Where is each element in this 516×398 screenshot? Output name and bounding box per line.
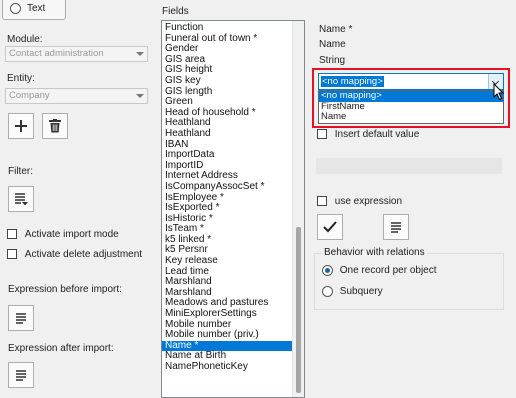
module-value: Contact administration bbox=[9, 48, 104, 59]
mapping-highlight: <no mapping> <no mapping> FirstName Name bbox=[312, 68, 510, 128]
confirm-button[interactable] bbox=[317, 214, 343, 240]
checkbox-icon bbox=[7, 229, 17, 240]
field-name: Name * bbox=[319, 24, 353, 35]
expression-before-import-button[interactable] bbox=[8, 305, 34, 331]
default-value-field bbox=[316, 158, 502, 174]
mapping-dropdown-list[interactable]: <no mapping> FirstName Name bbox=[318, 90, 504, 124]
fields-label: Fields bbox=[162, 6, 189, 17]
fields-list[interactable]: Function Funeral out of town * Gender GIS a… bbox=[161, 20, 305, 398]
scrollbar-thumb[interactable] bbox=[296, 227, 301, 393]
entity-label: Entity: bbox=[7, 73, 35, 84]
behavior-group bbox=[314, 253, 504, 310]
use-expression-checkbox[interactable]: use expression bbox=[317, 196, 402, 207]
field-type: String bbox=[319, 55, 346, 66]
insert-default-value-checkbox[interactable]: Insert default value bbox=[317, 129, 419, 140]
trash-icon bbox=[49, 119, 61, 133]
field-list-item[interactable]: GIS key bbox=[162, 75, 304, 87]
checkbox-icon bbox=[317, 196, 327, 207]
text-radio[interactable] bbox=[10, 3, 21, 14]
text-lines-icon bbox=[16, 313, 26, 324]
field-caption: Name bbox=[319, 39, 346, 50]
insert-default-value-label: Insert default value bbox=[334, 129, 420, 140]
checkbox-icon bbox=[7, 249, 17, 260]
field-list-item[interactable]: NamePhoneticKey bbox=[162, 361, 304, 373]
one-record-label: One record per object bbox=[339, 265, 437, 277]
field-list-item[interactable]: Function bbox=[162, 22, 304, 34]
filter-button[interactable] bbox=[8, 186, 34, 212]
text-radio-label: Text bbox=[27, 3, 46, 14]
use-expression-label: use expression bbox=[334, 196, 403, 207]
chevron-down-icon bbox=[136, 52, 144, 56]
mapping-value: <no mapping> bbox=[321, 76, 384, 87]
chevron-down-icon bbox=[136, 94, 144, 98]
subquery-radio[interactable]: Subquery bbox=[322, 286, 383, 297]
entity-value: Company bbox=[9, 90, 50, 101]
checkbox-icon bbox=[317, 129, 327, 140]
mapping-option[interactable]: Name bbox=[319, 112, 503, 123]
expression-after-import-button[interactable] bbox=[8, 362, 34, 388]
field-list-item[interactable]: Heathland bbox=[162, 128, 304, 140]
activate-import-mode-checkbox[interactable]: Activate import mode bbox=[7, 229, 119, 240]
behavior-title: Behavior with relations bbox=[322, 247, 427, 258]
filter-label: Filter: bbox=[8, 166, 33, 177]
one-record-radio[interactable]: One record per object bbox=[322, 265, 437, 276]
checkmark-icon bbox=[323, 221, 337, 233]
delete-button[interactable] bbox=[42, 113, 68, 139]
entity-select[interactable]: Company bbox=[5, 88, 148, 104]
field-list-item[interactable]: IsCompanyAssocSet * bbox=[162, 181, 304, 193]
mapping-option[interactable]: FirstName bbox=[319, 101, 503, 113]
plus-icon bbox=[15, 120, 27, 132]
mapping-select[interactable]: <no mapping> bbox=[318, 73, 504, 90]
radio-icon bbox=[322, 265, 333, 276]
text-lines-icon bbox=[16, 370, 26, 381]
filter-list-icon bbox=[15, 193, 28, 206]
expression-button[interactable] bbox=[383, 214, 409, 240]
activate-delete-adjustment-checkbox[interactable]: Activate delete adjustment bbox=[7, 249, 142, 260]
activate-delete-adjustment-label: Activate delete adjustment bbox=[24, 249, 143, 260]
activate-import-mode-label: Activate import mode bbox=[24, 229, 119, 240]
text-lines-icon bbox=[391, 222, 401, 233]
module-select[interactable]: Contact administration bbox=[5, 46, 148, 62]
mouse-cursor-icon bbox=[493, 83, 505, 101]
module-label: Module: bbox=[7, 34, 43, 45]
radio-icon bbox=[322, 286, 333, 297]
expression-before-import-label: Expression before import: bbox=[8, 284, 122, 295]
expression-after-import-label: Expression after import: bbox=[8, 343, 114, 354]
fields-scrollbar[interactable] bbox=[292, 21, 304, 397]
subquery-label: Subquery bbox=[339, 286, 383, 298]
text-radio-container[interactable]: Text bbox=[2, 0, 66, 20]
add-button[interactable] bbox=[8, 113, 34, 139]
